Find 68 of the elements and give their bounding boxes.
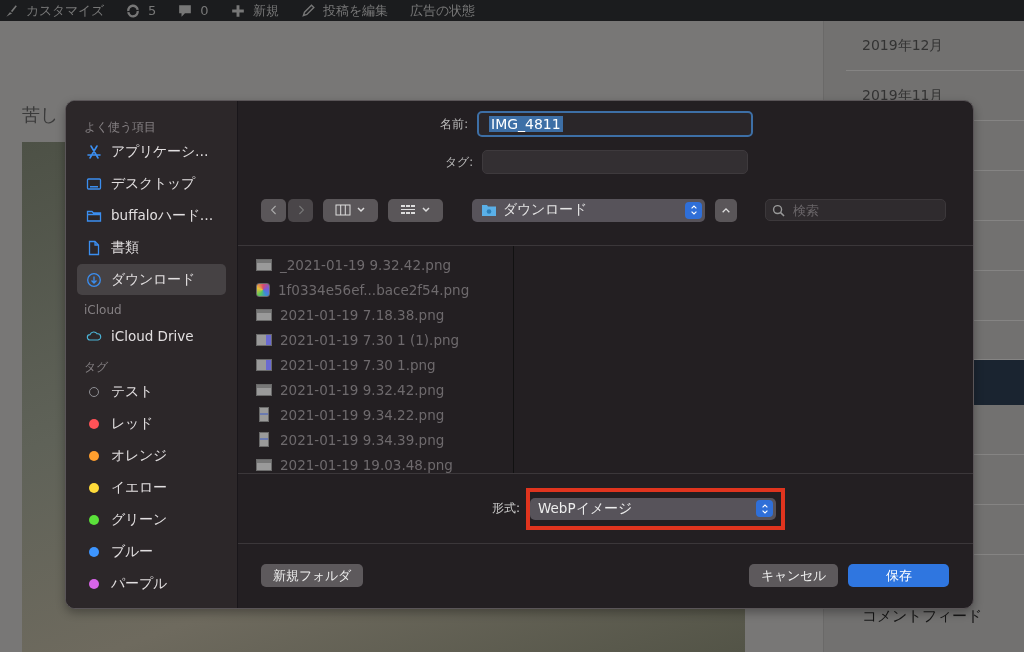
grid-icon bbox=[399, 204, 432, 216]
filename-field[interactable]: IMG_4811 bbox=[477, 111, 753, 137]
tags-label: タグ: bbox=[444, 154, 473, 170]
image-thumbnail-icon bbox=[256, 308, 272, 321]
sidebar-item[interactable]: グリーン bbox=[77, 504, 226, 535]
sidebar-item[interactable]: ダウンロード bbox=[77, 264, 226, 295]
sidebar-item[interactable]: iCloud Drive bbox=[77, 320, 226, 351]
plus-icon bbox=[230, 3, 245, 18]
comment-feed-link[interactable]: コメントフィード bbox=[846, 607, 1024, 626]
back-button[interactable] bbox=[261, 198, 286, 222]
stepper-icon bbox=[756, 500, 773, 517]
document-icon bbox=[86, 239, 102, 256]
image-thumbnail-icon bbox=[256, 383, 272, 396]
admin-bar-item[interactable]: カスタマイズ bbox=[4, 1, 104, 20]
image-thumbnail-icon bbox=[256, 358, 272, 371]
admin-bar-item[interactable]: 広告の状態 bbox=[409, 1, 475, 20]
save-button[interactable]: 保存 bbox=[848, 564, 949, 587]
sidebar-section-title: タグ bbox=[83, 359, 109, 373]
format-popup[interactable]: WebPイメージ bbox=[530, 497, 776, 520]
sidebar-item[interactable]: デスクトップ bbox=[77, 168, 226, 199]
sidebar-item[interactable]: オレンジ bbox=[77, 440, 226, 471]
admin-bar-item[interactable]: 新規 bbox=[230, 1, 279, 20]
app-store-icon bbox=[86, 143, 102, 160]
admin-bar-item[interactable]: 0 bbox=[178, 3, 209, 18]
sidebar-item[interactable]: レッド bbox=[77, 408, 226, 439]
stepper-icon bbox=[685, 201, 702, 219]
chevron-left-icon bbox=[269, 204, 278, 216]
name-label: 名前: bbox=[439, 116, 468, 132]
sidebar-item[interactable]: テスト bbox=[77, 376, 226, 407]
chevron-right-icon bbox=[296, 204, 305, 216]
brush-icon bbox=[4, 3, 18, 18]
sidebar-item[interactable]: buffaloハード… bbox=[77, 200, 226, 231]
folder-icon bbox=[481, 203, 497, 217]
tags-field[interactable] bbox=[482, 150, 748, 174]
archive-link[interactable]: 2019年12月 bbox=[846, 21, 1024, 71]
image-thumbnail-icon bbox=[259, 432, 269, 447]
sidebar-section-title: iCloud bbox=[83, 303, 123, 317]
sidebar-item[interactable]: イエロー bbox=[77, 472, 226, 503]
icon-view-button[interactable] bbox=[388, 198, 443, 222]
new-folder-button[interactable]: 新規フォルダ bbox=[261, 564, 363, 587]
format-label: 形式: bbox=[491, 500, 520, 517]
article-heading: 苦し bbox=[22, 103, 58, 127]
column-view-button[interactable] bbox=[323, 198, 378, 222]
admin-bar-item[interactable]: 5 bbox=[126, 3, 157, 18]
image-thumbnail-icon bbox=[256, 333, 272, 346]
sidebar-item[interactable]: アプリケーシ… bbox=[77, 136, 226, 167]
speech-bubble-icon bbox=[178, 3, 193, 18]
columns-icon bbox=[334, 204, 367, 216]
sidebar-section-title: よく使う項目 bbox=[83, 119, 157, 133]
sidebar-item[interactable]: ブルー bbox=[77, 536, 226, 567]
search-icon bbox=[772, 204, 785, 217]
sidebar-item[interactable]: 書類 bbox=[77, 232, 226, 263]
chevron-up-button[interactable] bbox=[715, 198, 737, 222]
admin-bar-item[interactable]: 投稿を編集 bbox=[300, 1, 388, 20]
location-popup[interactable]: ダウンロード bbox=[472, 198, 705, 222]
image-thumbnail-icon bbox=[259, 407, 269, 422]
search-field[interactable]: 検索 bbox=[765, 199, 946, 221]
image-thumbnail-icon bbox=[256, 458, 272, 471]
forward-button[interactable] bbox=[288, 198, 313, 222]
chevron-up-icon bbox=[721, 206, 731, 214]
image-thumbnail-icon bbox=[256, 282, 270, 297]
desktop-icon bbox=[86, 175, 102, 192]
download-icon bbox=[86, 271, 102, 288]
image-thumbnail-icon bbox=[256, 258, 272, 271]
pencil-icon bbox=[300, 3, 315, 18]
sidebar-item[interactable]: パープル bbox=[77, 568, 226, 599]
cancel-button[interactable]: キャンセル bbox=[749, 564, 838, 587]
refresh-icon bbox=[126, 3, 140, 18]
